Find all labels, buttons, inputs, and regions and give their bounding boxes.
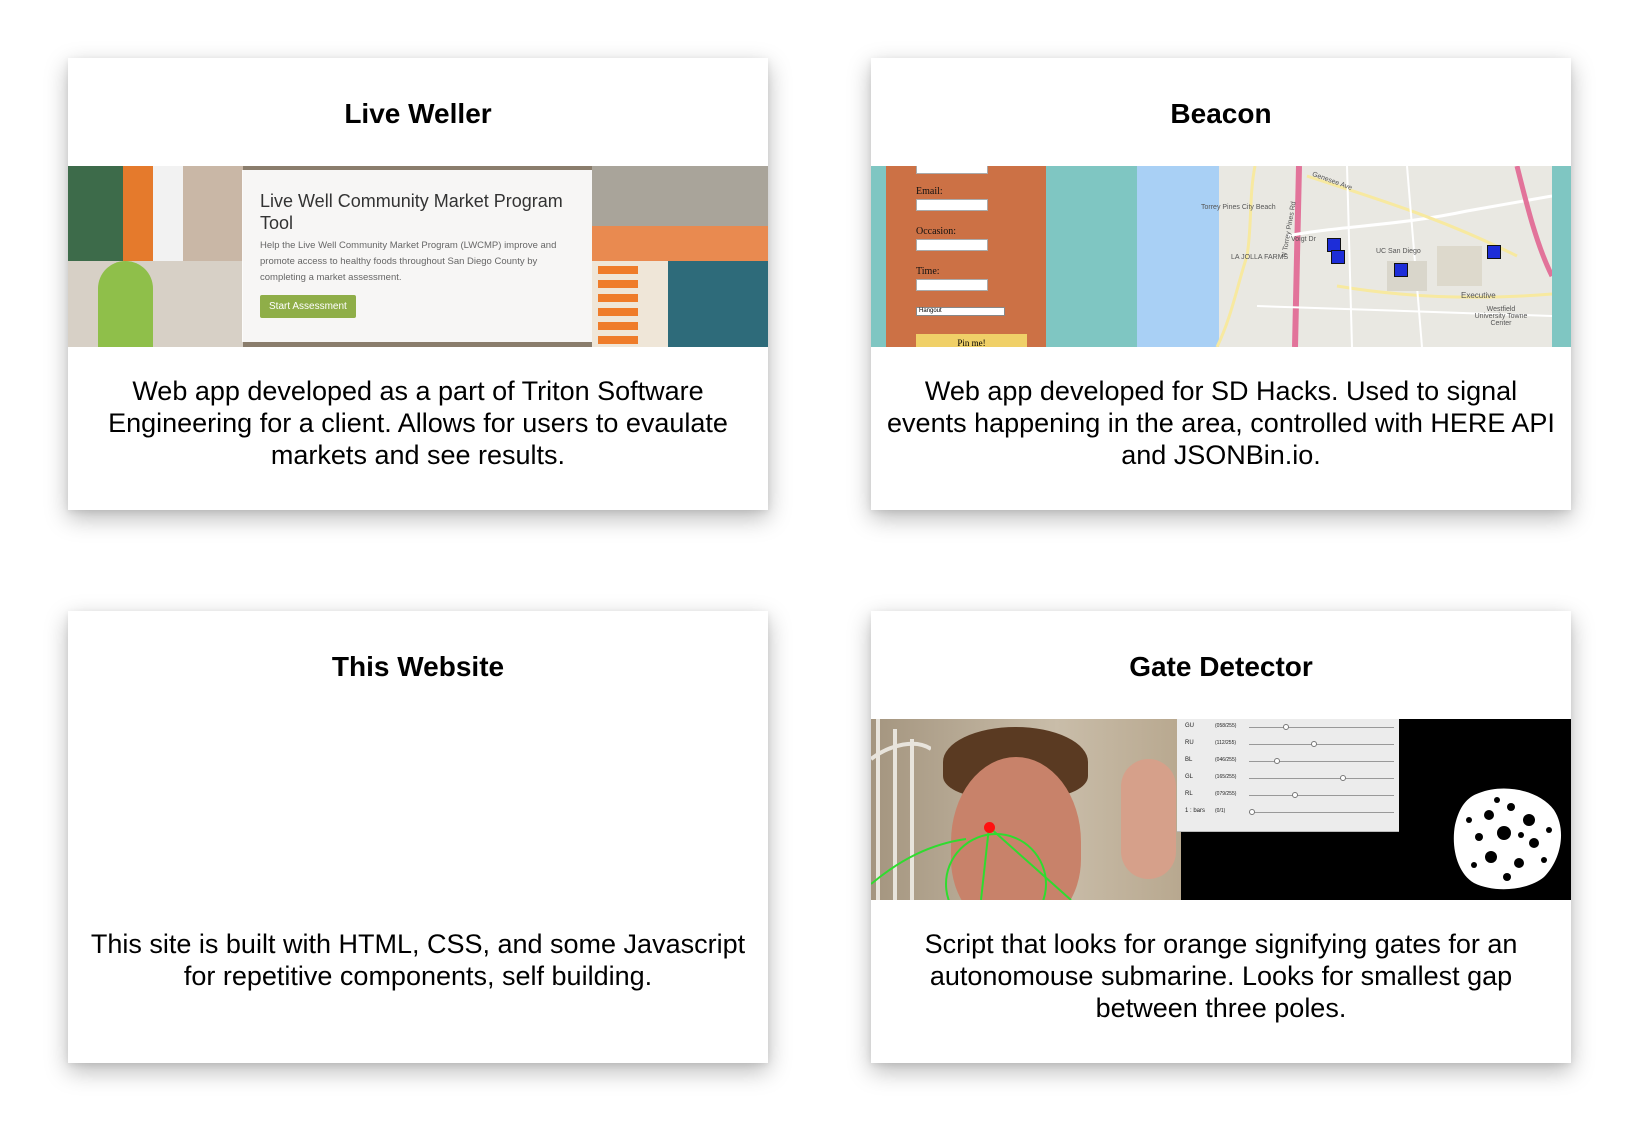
project-card-this-website: This Website This site is built with HTM… [68,611,768,1063]
start-assessment-button: Start Assessment [260,295,356,318]
map-label: Executive [1461,291,1496,300]
threshold-slider-panel: GU (058/255) RU (112/255) BL (046/255) G… [1177,719,1399,832]
form-input [916,166,988,174]
slider-gl: GL (165/255) [1177,774,1399,784]
slider-thumb [1292,792,1299,798]
form-label-email: Email: [916,186,943,197]
threshold-mask [1453,788,1562,890]
project-title: Gate Detector [1129,651,1313,682]
project-title: Live Weller [344,98,492,129]
project-description: This site is built with HTML, CSS, and s… [90,929,746,991]
project-screenshot-gate-detector: GU (058/255) RU (112/255) BL (046/255) G… [871,719,1571,900]
slider-bl: BL (046/255) [1177,757,1399,767]
slider-thumb [1310,741,1317,747]
map-label: Torrey Pines City Beach [1201,204,1276,211]
slider-thumb [1249,809,1255,815]
slider-rl: RL (079/255) [1177,791,1399,801]
occasion-input [916,239,988,251]
project-screenshot-beacon: Email: Occasion: Time: Hangout Pin me! T… [871,166,1571,347]
form-label-time: Time: [916,266,940,277]
slider-thumb [1274,758,1281,764]
event-pin [1394,263,1408,277]
slider-bars: 1 : bars (0/1) [1177,808,1399,818]
project-title: This Website [331,651,505,682]
project-description: Web app developed for SD Hacks. Used to … [887,376,1555,470]
project-description: Script that looks for orange signifying … [924,929,1518,1023]
slider-thumb [1282,724,1289,730]
project-title: Beacon [1170,98,1272,129]
form-label-occasion: Occasion: [916,226,956,237]
occasion-select: Hangout [916,307,1005,316]
hero-heading: Live Well Community Market Program Tool [260,191,563,233]
map-label: Voigt Dr [1291,236,1316,243]
pin-me-button: Pin me! [916,334,1027,347]
hero-text: Help the Live Well Community Market Prog… [260,240,557,283]
slider-gu: GU (058/255) [1177,723,1399,733]
map-label: Westfield University Towne Center [1474,306,1528,327]
map-label: LA JOLLA FARMS [1231,254,1289,261]
slider-ru: RU (112/255) [1177,740,1399,750]
project-card-live-weller: Live Weller Live Well Community Market P… [68,58,768,510]
project-screenshot-live-weller: Live Well Community Market Program Tool … [68,166,768,347]
slider-thumb [1340,775,1346,781]
email-input [916,199,988,211]
detected-point-marker [984,822,995,833]
time-input [916,279,988,291]
event-pin [1331,250,1345,264]
project-screenshot-this-website [68,719,768,900]
hero-panel: Live Well Community Market Program Tool … [242,170,592,342]
camera-feed [871,719,1181,900]
project-card-beacon: Beacon Email: Occasion: Time: Hangout Pi… [871,58,1571,510]
map-label: UC San Diego [1376,248,1421,255]
project-description: Web app developed as a part of Triton So… [108,376,728,470]
event-form [886,166,1046,347]
project-card-gate-detector: Gate Detector GU (058/255) RU (112/255) … [871,611,1571,1063]
event-pin [1487,245,1501,259]
